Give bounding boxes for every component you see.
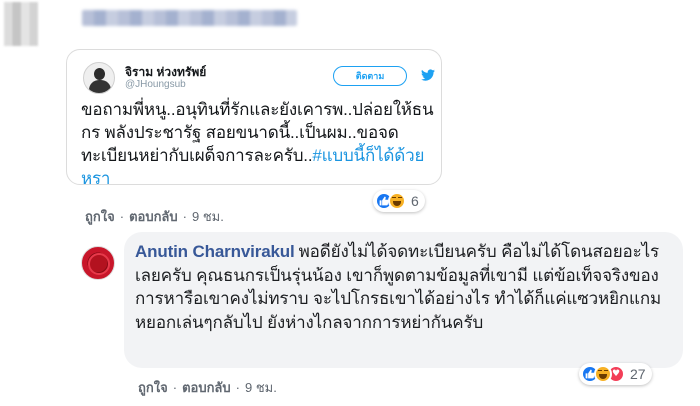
reply-comment-bubble: Anutin Charnvirakul พอดียังไม่ได้จดทะเบีย…: [124, 232, 683, 368]
top-comment-reactions[interactable]: 6: [373, 190, 425, 212]
commenter-avatar-blurred[interactable]: [4, 2, 38, 46]
comment-timestamp[interactable]: 9 ชม.: [245, 377, 277, 398]
commenter-name-blurred[interactable]: [82, 10, 297, 26]
reply-actions: ถูกใจ · ตอบกลับ · 9 ชม.: [138, 377, 277, 398]
separator-dot: ·: [235, 380, 240, 395]
separator-dot: ·: [119, 209, 125, 224]
like-button[interactable]: ถูกใจ: [138, 377, 168, 398]
tweet-text: ขอถามพี่หนู..อนุทินที่รักและยังเคารพ..ปล…: [81, 98, 437, 190]
haha-icon: [594, 365, 612, 383]
reply-reactions[interactable]: ♥ 27: [579, 363, 652, 385]
reply-button[interactable]: ตอบกลับ: [182, 377, 231, 398]
tweet-follow-button[interactable]: ติดตาม: [333, 66, 407, 86]
tweet-author-handle: @JHoungsub: [125, 79, 186, 90]
reply-author-avatar[interactable]: [81, 246, 115, 280]
comment-timestamp[interactable]: 9 ชม.: [192, 206, 224, 227]
haha-icon: [388, 192, 406, 210]
reply-text-block: Anutin Charnvirakul พอดียังไม่ได้จดทะเบีย…: [135, 240, 680, 334]
reply-author-name[interactable]: Anutin Charnvirakul: [135, 242, 295, 261]
tweet-author-avatar[interactable]: [83, 62, 115, 94]
twitter-bird-icon[interactable]: [421, 68, 435, 82]
reaction-count: 6: [411, 193, 419, 209]
reply-button[interactable]: ตอบกลับ: [129, 206, 178, 227]
embedded-tweet-card[interactable]: จิราม ห่วงทรัพย์ @JHoungsub ติดตาม ขอถาม…: [66, 49, 442, 188]
separator-dot: ·: [182, 209, 187, 224]
like-button[interactable]: ถูกใจ: [85, 206, 115, 227]
separator-dot: ·: [172, 380, 178, 395]
reaction-count: 27: [630, 366, 646, 382]
top-comment-actions: ถูกใจ · ตอบกลับ · 9 ชม.: [85, 206, 224, 227]
